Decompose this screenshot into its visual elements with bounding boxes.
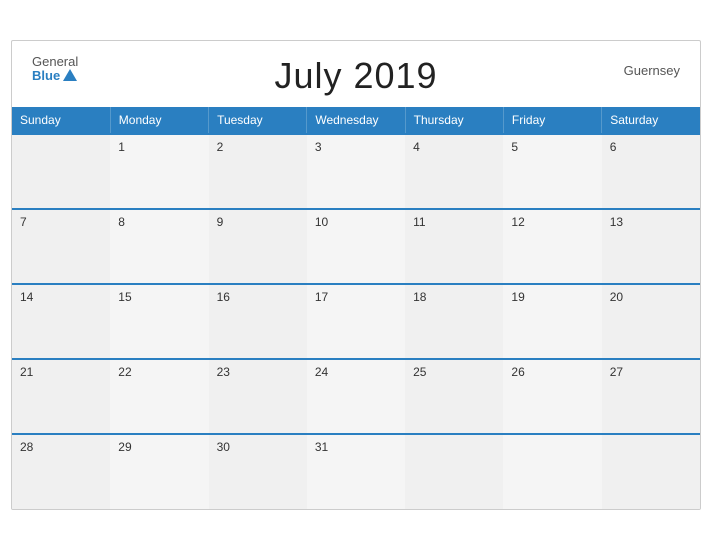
day-number: 4	[413, 140, 420, 154]
calendar-cell	[503, 434, 601, 509]
calendar: General Blue July 2019 Guernsey SundayMo…	[11, 40, 701, 510]
calendar-cell: 4	[405, 134, 503, 209]
day-number: 13	[610, 215, 623, 229]
day-number: 22	[118, 365, 131, 379]
calendar-cell: 30	[209, 434, 307, 509]
day-number: 27	[610, 365, 623, 379]
calendar-cell: 12	[503, 209, 601, 284]
week-row-3: 14 15 16 17 18 19 20	[12, 284, 700, 359]
calendar-cell: 15	[110, 284, 208, 359]
calendar-cell: 17	[307, 284, 405, 359]
day-number: 14	[20, 290, 33, 304]
day-number: 18	[413, 290, 426, 304]
day-number: 19	[511, 290, 524, 304]
day-number: 12	[511, 215, 524, 229]
calendar-cell: 21	[12, 359, 110, 434]
logo-general-text: General	[32, 55, 78, 69]
day-number: 6	[610, 140, 617, 154]
calendar-cell: 20	[602, 284, 700, 359]
day-number: 21	[20, 365, 33, 379]
calendar-cell: 29	[110, 434, 208, 509]
day-number: 9	[217, 215, 224, 229]
calendar-cell: 2	[209, 134, 307, 209]
calendar-cell: 7	[12, 209, 110, 284]
calendar-cell: 8	[110, 209, 208, 284]
day-number: 16	[217, 290, 230, 304]
day-number: 5	[511, 140, 518, 154]
calendar-cell: 5	[503, 134, 601, 209]
calendar-table: SundayMondayTuesdayWednesdayThursdayFrid…	[12, 107, 700, 509]
day-number: 29	[118, 440, 131, 454]
weekday-header-wednesday: Wednesday	[307, 107, 405, 134]
calendar-cell: 6	[602, 134, 700, 209]
calendar-header: General Blue July 2019 Guernsey	[12, 41, 700, 107]
calendar-cell: 31	[307, 434, 405, 509]
day-number: 31	[315, 440, 328, 454]
day-number: 20	[610, 290, 623, 304]
week-row-4: 21 22 23 24 25 26 27	[12, 359, 700, 434]
calendar-cell: 26	[503, 359, 601, 434]
day-number: 1	[118, 140, 125, 154]
calendar-cell: 25	[405, 359, 503, 434]
day-number: 11	[413, 215, 425, 229]
day-number: 25	[413, 365, 426, 379]
day-number: 3	[315, 140, 322, 154]
logo: General Blue	[32, 55, 78, 84]
day-number: 26	[511, 365, 524, 379]
calendar-cell: 1	[110, 134, 208, 209]
weekday-header-tuesday: Tuesday	[209, 107, 307, 134]
calendar-cell: 10	[307, 209, 405, 284]
day-number: 23	[217, 365, 230, 379]
calendar-cell	[602, 434, 700, 509]
day-number: 24	[315, 365, 328, 379]
weekday-header-friday: Friday	[503, 107, 601, 134]
week-row-1: 1 2 3 4 5 6	[12, 134, 700, 209]
calendar-cell: 28	[12, 434, 110, 509]
weekday-header-row: SundayMondayTuesdayWednesdayThursdayFrid…	[12, 107, 700, 134]
logo-blue-text: Blue	[32, 69, 60, 83]
weekday-header-sunday: Sunday	[12, 107, 110, 134]
calendar-cell: 14	[12, 284, 110, 359]
day-number: 30	[217, 440, 230, 454]
weekday-header-monday: Monday	[110, 107, 208, 134]
day-number: 28	[20, 440, 33, 454]
calendar-cell: 18	[405, 284, 503, 359]
day-number: 17	[315, 290, 328, 304]
month-title: July 2019	[274, 55, 437, 97]
calendar-cell: 3	[307, 134, 405, 209]
calendar-cell: 16	[209, 284, 307, 359]
calendar-cell: 24	[307, 359, 405, 434]
week-row-5: 28 29 30 31	[12, 434, 700, 509]
calendar-cell: 27	[602, 359, 700, 434]
day-number: 8	[118, 215, 125, 229]
day-number: 7	[20, 215, 27, 229]
day-number: 2	[217, 140, 224, 154]
calendar-cell: 13	[602, 209, 700, 284]
calendar-cell	[405, 434, 503, 509]
weekday-header-saturday: Saturday	[602, 107, 700, 134]
calendar-cell: 11	[405, 209, 503, 284]
region-label: Guernsey	[624, 63, 680, 78]
week-row-2: 7 8 9 10 11 12 13	[12, 209, 700, 284]
day-number: 10	[315, 215, 328, 229]
weekday-header-thursday: Thursday	[405, 107, 503, 134]
calendar-cell: 9	[209, 209, 307, 284]
calendar-cell: 19	[503, 284, 601, 359]
calendar-cell: 23	[209, 359, 307, 434]
calendar-cell: 22	[110, 359, 208, 434]
logo-triangle-icon	[63, 69, 77, 81]
calendar-cell	[12, 134, 110, 209]
day-number: 15	[118, 290, 131, 304]
